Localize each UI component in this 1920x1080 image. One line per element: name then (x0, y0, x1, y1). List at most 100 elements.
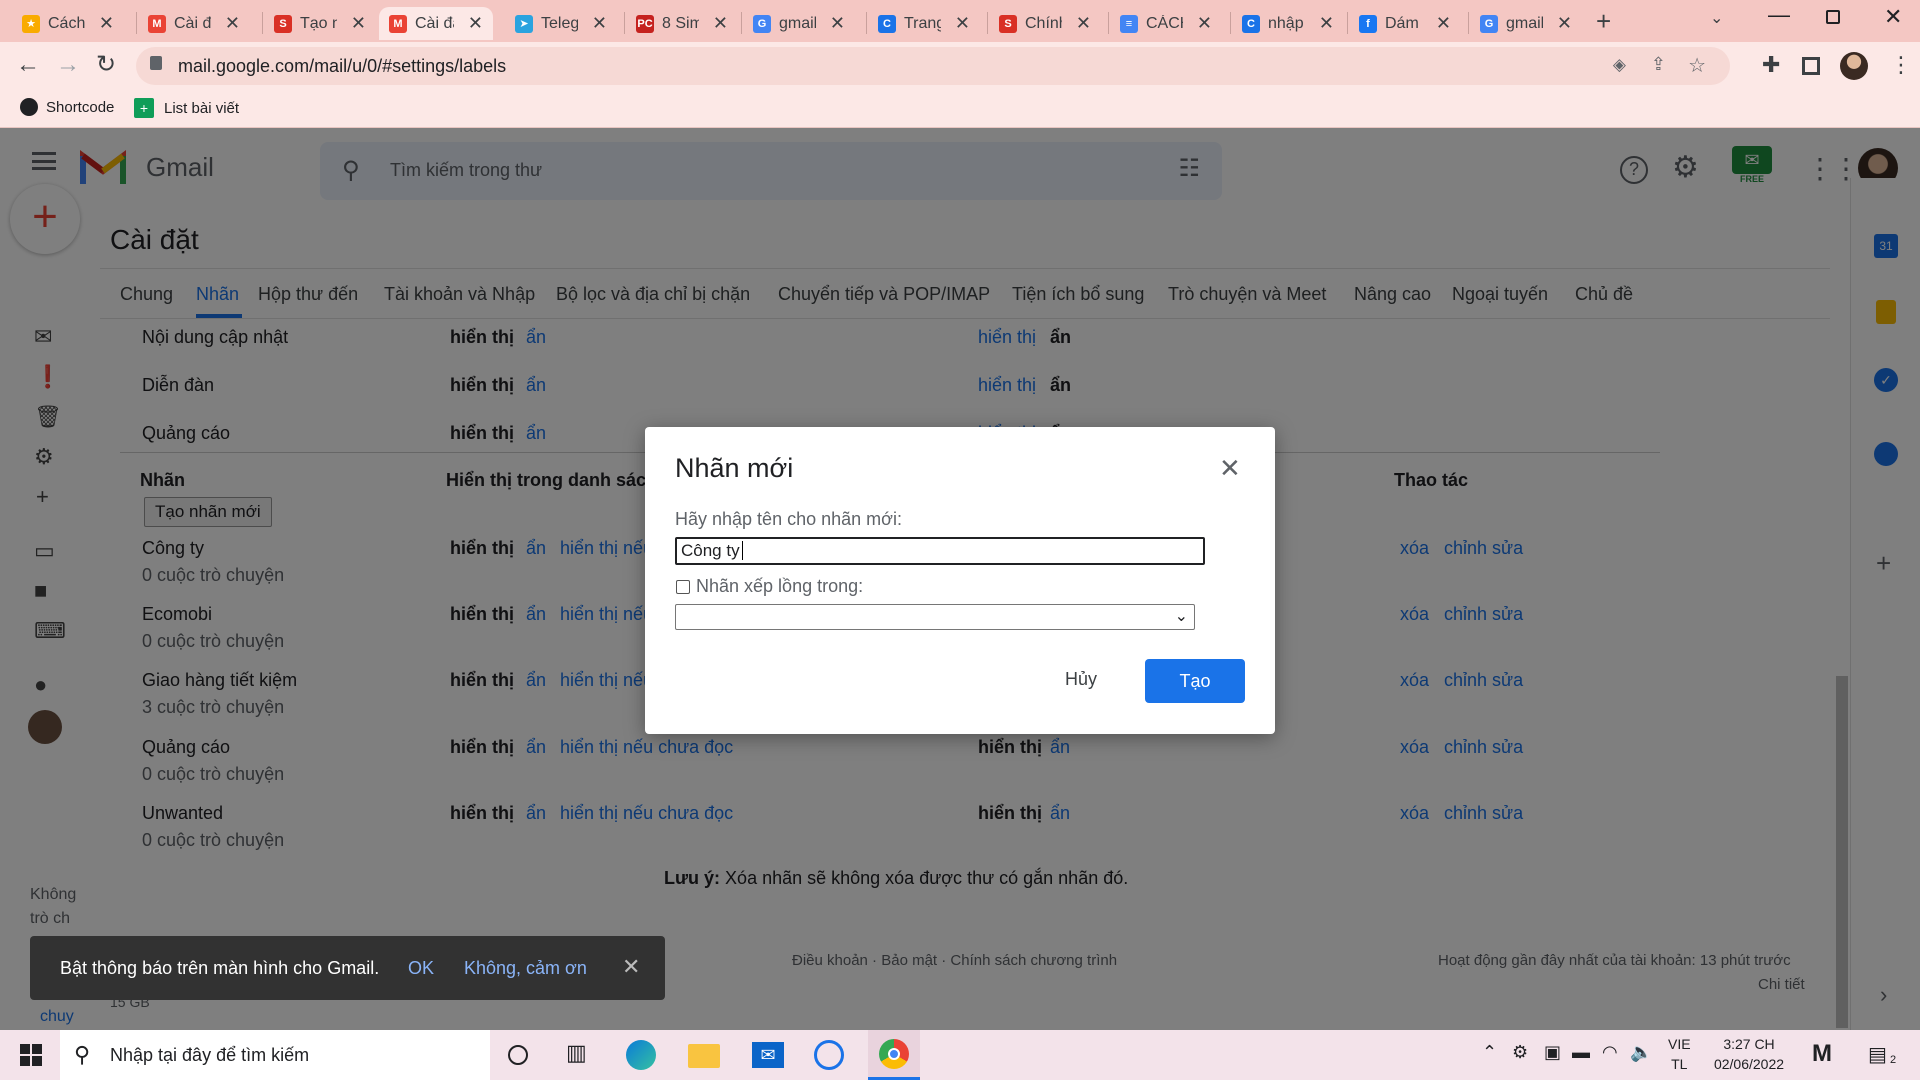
tab-favicon-icon: M (148, 14, 166, 33)
tab-close-icon[interactable]: ✕ (1319, 13, 1334, 34)
side-panel-icon[interactable] (1802, 57, 1820, 75)
action-center-icon[interactable]: ▤ (1868, 1042, 1887, 1067)
browser-tab[interactable]: M Cài đặ ✕ (138, 7, 250, 40)
bookmark-label: Shortcode (46, 98, 115, 116)
chrome-logo-icon (879, 1039, 909, 1069)
close-window-button[interactable]: ✕ (1884, 4, 1902, 30)
translate-icon[interactable]: ◈ (1613, 55, 1626, 75)
browser-tab[interactable]: S Tạo ng ✕ (264, 7, 376, 40)
tab-close-icon[interactable]: ✕ (99, 13, 114, 34)
edge-icon[interactable] (626, 1040, 656, 1070)
tab-title: gmail (1506, 14, 1543, 32)
toast-close-icon[interactable]: ✕ (622, 954, 640, 980)
github-icon (20, 98, 38, 116)
windows-start-icon[interactable] (20, 1044, 42, 1066)
text-cursor (741, 541, 743, 560)
app-icon[interactable]: M (1812, 1040, 1832, 1068)
browser-tab[interactable]: Ggmail ✕ (1470, 7, 1582, 40)
mail-app-icon[interactable]: ✉ (752, 1042, 784, 1068)
nest-checkbox[interactable] (676, 580, 690, 594)
bookmark-list-bai-viet[interactable]: + List bài viết (134, 98, 239, 118)
file-explorer-icon[interactable] (688, 1044, 720, 1068)
tab-close-icon[interactable]: ✕ (1557, 13, 1572, 34)
browser-tab[interactable]: Cnhập ✕ (1232, 7, 1344, 40)
taskbar-search[interactable]: ⚲ Nhập tại đây để tìm kiếm (60, 1030, 490, 1080)
messenger-icon[interactable] (814, 1040, 844, 1070)
language-indicator[interactable]: VIE TL (1668, 1034, 1691, 1074)
new-tab-button[interactable]: + (1596, 6, 1611, 37)
tab-title: 8 Sim (662, 14, 699, 32)
show-hidden-icons[interactable]: ⌃ (1482, 1042, 1497, 1063)
extensions-icon[interactable]: ✚ (1762, 52, 1780, 78)
tray-icon[interactable]: ▣ (1544, 1042, 1561, 1063)
forward-icon[interactable]: → (56, 51, 80, 79)
tab-title: Dám l (1385, 14, 1422, 32)
browser-tab[interactable]: ≡ CÁCH ✕ (1110, 7, 1222, 40)
cortana-icon[interactable] (508, 1045, 528, 1065)
notification-count: 2 (1890, 1054, 1897, 1066)
browser-tab[interactable]: S Chính ✕ (989, 7, 1101, 40)
tab-close-icon[interactable]: ✕ (713, 13, 728, 34)
share-icon[interactable]: ⇪ (1651, 54, 1666, 75)
tray-icon[interactable]: ⚙ (1512, 1042, 1528, 1063)
windows-taskbar: ⚲ Nhập tại đây để tìm kiếm ▥ ✉ ⌃ ⚙ ▣ ▬ ◠… (0, 1030, 1920, 1080)
minimize-button[interactable]: — (1768, 2, 1790, 28)
bookmark-star-icon[interactable]: ☆ (1688, 53, 1706, 78)
tab-separator (136, 12, 137, 34)
wifi-icon[interactable]: ◠ (1602, 1042, 1618, 1063)
restore-button[interactable] (1826, 10, 1840, 24)
tab-favicon-icon: ≡ (1120, 14, 1138, 33)
browser-tab[interactable]: Ggmail ✕ (743, 7, 855, 40)
reload-icon[interactable]: ↻ (96, 50, 116, 79)
tab-close-icon[interactable]: ✕ (351, 13, 366, 34)
browser-tab[interactable]: PC 8 Sim ✕ (626, 7, 738, 40)
browser-tab[interactable]: ★ Cách t ✕ (12, 7, 124, 40)
tab-favicon-icon: S (274, 14, 292, 33)
toast-decline-button[interactable]: Không, cảm ơn (464, 958, 587, 979)
tab-favicon-icon: S (999, 14, 1017, 33)
tab-close-icon[interactable]: ✕ (1436, 13, 1451, 34)
tab-search-icon[interactable]: ⌄ (1710, 8, 1723, 28)
label-name-input[interactable]: Công ty (675, 537, 1205, 565)
create-button[interactable]: Tạo (1145, 659, 1245, 703)
close-dialog-icon[interactable]: ✕ (1219, 453, 1241, 484)
tab-close-icon[interactable]: ✕ (1197, 13, 1212, 34)
chrome-menu-icon[interactable]: ⋮ (1890, 52, 1912, 78)
tab-title: Cài đặ (415, 14, 454, 32)
clock[interactable]: 3:27 CH 02/06/2022 (1708, 1034, 1790, 1074)
create-button-label: Tạo (1179, 671, 1211, 691)
battery-icon[interactable]: ▬ (1572, 1042, 1590, 1063)
toast-ok-button[interactable]: OK (408, 958, 434, 979)
tab-close-icon[interactable]: ✕ (955, 13, 970, 34)
tab-close-icon[interactable]: ✕ (830, 13, 845, 34)
tab-close-icon[interactable]: ✕ (225, 13, 240, 34)
tab-separator (624, 12, 625, 34)
browser-tab[interactable]: M Cài đặ ✕ (379, 7, 493, 40)
lock-icon (150, 56, 162, 70)
label-name-value: Công ty (681, 541, 740, 560)
browser-tab[interactable]: f Dám l ✕ (1349, 7, 1461, 40)
tab-title: Tạo ng (300, 14, 337, 32)
volume-icon[interactable]: 🔈 (1630, 1042, 1652, 1063)
chrome-taskbar-icon[interactable] (868, 1030, 920, 1080)
cancel-button[interactable]: Hủy (1065, 669, 1097, 690)
profile-avatar[interactable] (1840, 52, 1868, 80)
tab-title: Telegr (541, 14, 578, 32)
omnibox[interactable]: mail.google.com/mail/u/0/#settings/label… (136, 47, 1730, 85)
toast-message: Bật thông báo trên màn hình cho Gmail. (60, 958, 380, 978)
tab-favicon-icon: PC (636, 14, 654, 33)
tab-strip: + ⌄ — ✕ ★ Cách t ✕ M Cài đặ ✕ S Tạo ng ✕ M Cài đặ ✕… (0, 0, 1920, 42)
bookmark-shortcode[interactable]: Shortcode (20, 98, 114, 116)
nest-label: Nhãn xếp lồng trong: (696, 576, 864, 596)
tab-title: gmail (779, 14, 816, 32)
task-view-icon[interactable]: ▥ (566, 1040, 587, 1066)
tab-close-icon[interactable]: ✕ (1076, 13, 1091, 34)
tab-close-icon[interactable]: ✕ (592, 13, 607, 34)
tab-favicon-icon: ➤ (515, 14, 533, 33)
browser-tab[interactable]: ➤ Telegr ✕ (505, 7, 617, 40)
label-name-prompt: Hãy nhập tên cho nhãn mới: (675, 509, 902, 529)
tab-close-icon[interactable]: ✕ (468, 13, 483, 34)
browser-tab[interactable]: C Trang ✕ (868, 7, 980, 40)
parent-label-select[interactable]: ⌄ (675, 604, 1195, 630)
back-icon[interactable]: ← (16, 51, 40, 79)
